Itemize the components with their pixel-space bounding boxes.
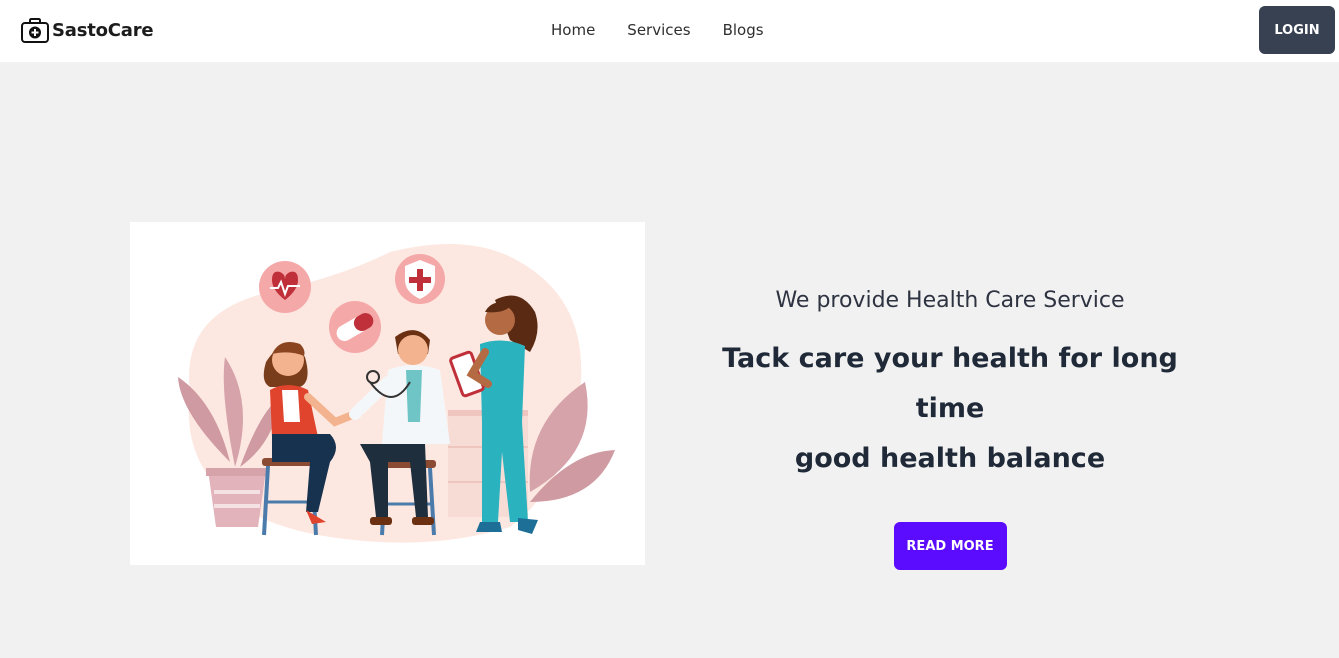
hero-tagline: We provide Health Care Service: [775, 288, 1125, 313]
brand-name: SastoCare: [52, 19, 154, 41]
hero-text-block: We provide Health Care Service Tack care…: [690, 280, 1210, 570]
nav-link-blogs[interactable]: Blogs: [723, 20, 764, 40]
navbar: SastoCare Home Services Blogs LOGIN: [0, 0, 1339, 62]
hero-illustration: [130, 222, 645, 565]
medical-bag-icon: [21, 18, 49, 43]
main-nav: Home Services Blogs: [551, 20, 764, 40]
login-button[interactable]: LOGIN: [1259, 6, 1335, 54]
brand-logo[interactable]: SastoCare: [20, 15, 154, 45]
nav-link-services[interactable]: Services: [627, 20, 690, 40]
read-more-button[interactable]: READ MORE: [893, 522, 1007, 570]
medical-checkup-illustration: [178, 244, 615, 543]
hero-headline: Tack care your health for long time good…: [690, 334, 1210, 484]
headline-line-1: Tack care your health for long time: [722, 343, 1178, 424]
nav-link-home[interactable]: Home: [551, 20, 595, 40]
headline-line-2: good health balance: [794, 443, 1106, 474]
